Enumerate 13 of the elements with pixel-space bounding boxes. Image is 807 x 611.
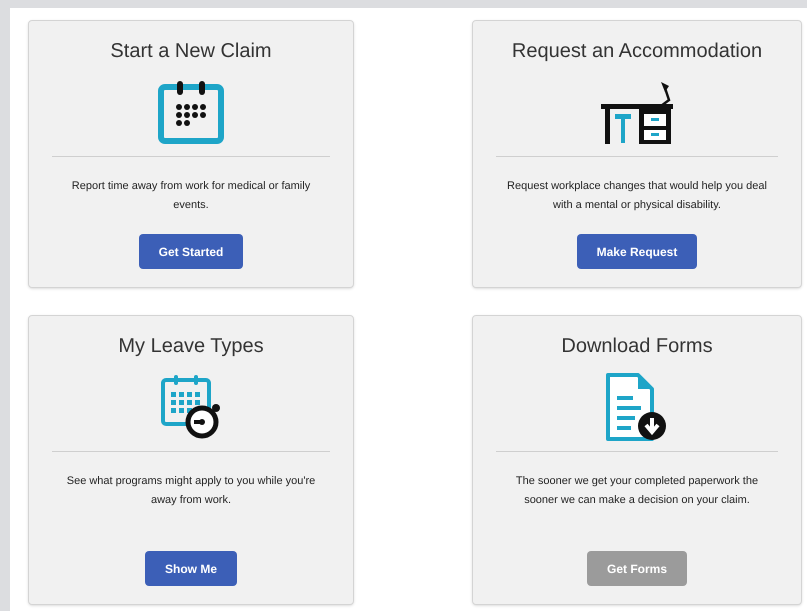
calendar-clock-icon — [160, 374, 222, 440]
card-title: Start a New Claim — [110, 39, 272, 64]
card-title: Download Forms — [561, 334, 713, 359]
action-button[interactable]: Show Me — [144, 551, 237, 586]
action-button[interactable]: Get Started — [138, 234, 244, 269]
card-description: Request workplace changes that would help you deal with a mental or physical disability. — [506, 179, 768, 213]
calendar-icon — [157, 79, 225, 145]
card-title: My Leave Types — [118, 334, 264, 359]
request-button[interactable]: Make Request — [576, 234, 698, 269]
card-title: Request an Accommodation — [512, 39, 762, 64]
card-description: See what programs might apply to you while you're away from work. — [66, 474, 316, 508]
card-description: The sooner we get your completed paperwork the sooner we can make a decision on your claim. — [514, 474, 760, 508]
card-description: Report time away from work for medical or family events. — [70, 179, 312, 213]
